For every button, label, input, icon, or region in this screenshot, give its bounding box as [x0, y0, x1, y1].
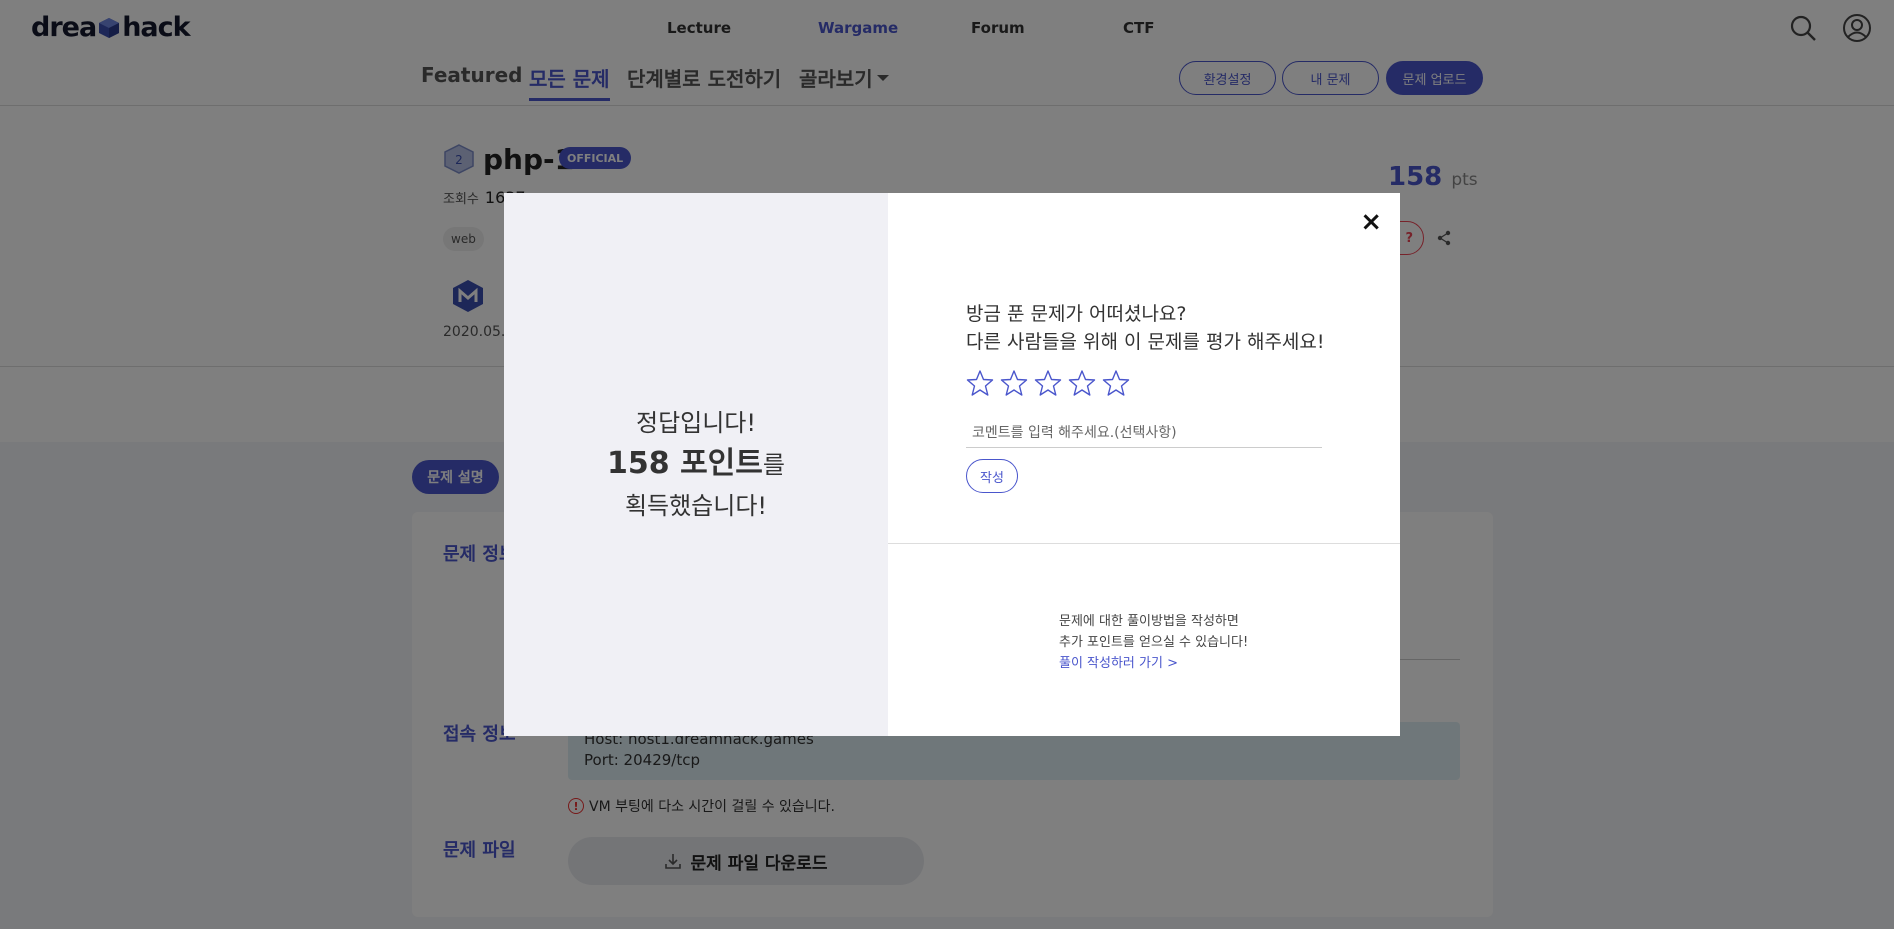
close-icon[interactable]: ×	[1360, 207, 1382, 237]
rating-question: 방금 푼 문제가 어떠셨나요?	[966, 303, 1187, 325]
star-icon[interactable]	[1034, 369, 1062, 397]
star-icon[interactable]	[1000, 369, 1028, 397]
earned-text: 획득했습니다!	[624, 492, 768, 520]
star-icon[interactable]	[966, 369, 994, 397]
write-solution-link[interactable]: 풀이 작성하러 가기 >	[1059, 652, 1178, 671]
modal-rating-panel: × 방금 푼 문제가 어떠셨나요? 다른 사람들을 위해 이 문제를 평가 해주…	[888, 193, 1400, 736]
star-icon[interactable]	[1068, 369, 1096, 397]
solution-prompt-line1: 문제에 대한 풀이방법을 작성하면	[1059, 614, 1239, 629]
comment-input[interactable]	[966, 418, 1322, 448]
modal-result-panel: 정답입니다! 158 포인트를 획득했습니다!	[504, 193, 888, 736]
success-modal: 정답입니다! 158 포인트를 획득했습니다! × 방금 푼 문제가 어떠셨나요…	[504, 193, 1400, 736]
points-earned-suffix: 를	[762, 451, 785, 479]
rating-request: 다른 사람들을 위해 이 문제를 평가 해주세요!	[966, 331, 1325, 353]
points-earned-line: 158 포인트를	[607, 443, 785, 486]
solution-prompt-line2: 추가 포인트를 얻으실 수 있습니다!	[1059, 635, 1249, 650]
correct-text: 정답입니다!	[635, 409, 757, 437]
points-earned-value: 158 포인트	[607, 446, 763, 481]
divider	[888, 543, 1400, 544]
submit-rating-button[interactable]: 작성	[966, 459, 1018, 493]
star-icon[interactable]	[1102, 369, 1130, 397]
star-rating[interactable]	[966, 369, 1130, 397]
